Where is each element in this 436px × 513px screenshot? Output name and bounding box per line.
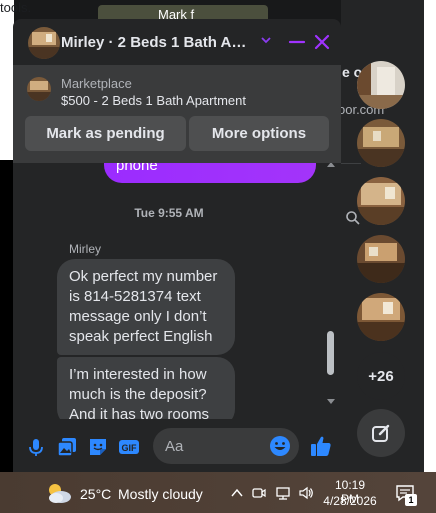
minimize-icon[interactable] xyxy=(287,32,307,52)
divider xyxy=(341,163,361,164)
chat-head-avatar[interactable] xyxy=(357,61,405,109)
room-photo-icon xyxy=(28,27,60,59)
window-edge xyxy=(0,160,13,472)
chat-header[interactable]: Mirley · 2 Beds 1 Bath Apa... xyxy=(13,19,341,65)
outgoing-message-text: phone xyxy=(116,163,158,174)
svg-text:GIF: GIF xyxy=(122,443,138,453)
incoming-message[interactable]: I’m interested in how much is the deposi… xyxy=(57,357,235,419)
sticker-icon[interactable] xyxy=(87,436,109,458)
chat-head-avatar[interactable] xyxy=(357,177,405,225)
chat-title[interactable]: Mirley · 2 Beds 1 Bath Apa... xyxy=(61,34,253,51)
emoji-icon[interactable] xyxy=(269,435,291,457)
room-photo-icon xyxy=(27,77,51,101)
message-composer: GIF xyxy=(13,422,341,472)
chat-head-avatar[interactable] xyxy=(357,119,405,167)
chevron-down-icon[interactable] xyxy=(261,35,271,45)
message-timestamp: Tue 9:55 AM xyxy=(134,206,204,220)
weather-temperature[interactable]: 25°C xyxy=(80,486,111,502)
listing-thumbnail[interactable] xyxy=(27,77,51,101)
more-options-button[interactable]: More options xyxy=(189,116,329,151)
outgoing-message[interactable]: phone xyxy=(104,163,316,183)
incoming-message[interactable]: Ok perfect my number is 814-5281374 text… xyxy=(57,259,235,355)
search-icon[interactable] xyxy=(345,210,361,226)
chat-head-avatar[interactable] xyxy=(357,293,405,341)
room-photo-icon xyxy=(357,235,405,283)
taskbar: 25°C Mostly cloudy 10:19 PM 4/28/2026 1 xyxy=(0,472,436,513)
photo-icon[interactable] xyxy=(56,436,78,458)
scroll-down-arrow[interactable] xyxy=(326,398,336,406)
volume-icon[interactable] xyxy=(298,485,314,501)
microphone-icon[interactable] xyxy=(25,436,47,458)
chevron-up-icon[interactable] xyxy=(229,485,245,501)
thumbs-up-icon[interactable] xyxy=(309,434,333,458)
listing-title[interactable]: $500 - 2 Beds 1 Bath Apartment xyxy=(61,93,246,108)
weather-condition[interactable]: Mostly cloudy xyxy=(118,486,203,502)
room-photo-icon xyxy=(357,61,405,109)
scrollbar-thumb[interactable] xyxy=(327,331,334,375)
message-list[interactable]: phone Tue 9:55 AM Mirley Ok perfect my n… xyxy=(13,163,341,419)
background-text: tools. xyxy=(0,0,32,15)
chat-window: Mirley · 2 Beds 1 Bath Apa... Marketplac… xyxy=(13,19,341,472)
more-chats-button[interactable]: +26 xyxy=(357,352,405,400)
gif-icon[interactable]: GIF xyxy=(118,436,140,458)
compose-icon xyxy=(372,424,390,442)
contact-avatar[interactable] xyxy=(28,27,60,59)
close-icon[interactable] xyxy=(312,32,332,52)
room-photo-icon xyxy=(357,293,405,341)
notification-badge: 1 xyxy=(405,494,417,506)
mark-as-pending-button[interactable]: Mark as pending xyxy=(25,116,186,151)
network-icon[interactable] xyxy=(275,485,291,501)
camera-icon[interactable] xyxy=(251,485,267,501)
room-photo-icon xyxy=(357,177,405,225)
marketplace-label: Marketplace xyxy=(61,76,132,91)
room-photo-icon xyxy=(357,119,405,167)
clock-date[interactable]: 4/28/2026 xyxy=(322,494,378,508)
background-right-strip xyxy=(424,0,436,472)
chat-head-avatar[interactable] xyxy=(357,235,405,283)
new-message-button[interactable] xyxy=(357,409,405,457)
weather-cloudy-icon[interactable] xyxy=(45,481,73,505)
sender-name: Mirley xyxy=(69,242,101,256)
marketplace-card: Marketplace $500 - 2 Beds 1 Bath Apartme… xyxy=(13,65,341,163)
